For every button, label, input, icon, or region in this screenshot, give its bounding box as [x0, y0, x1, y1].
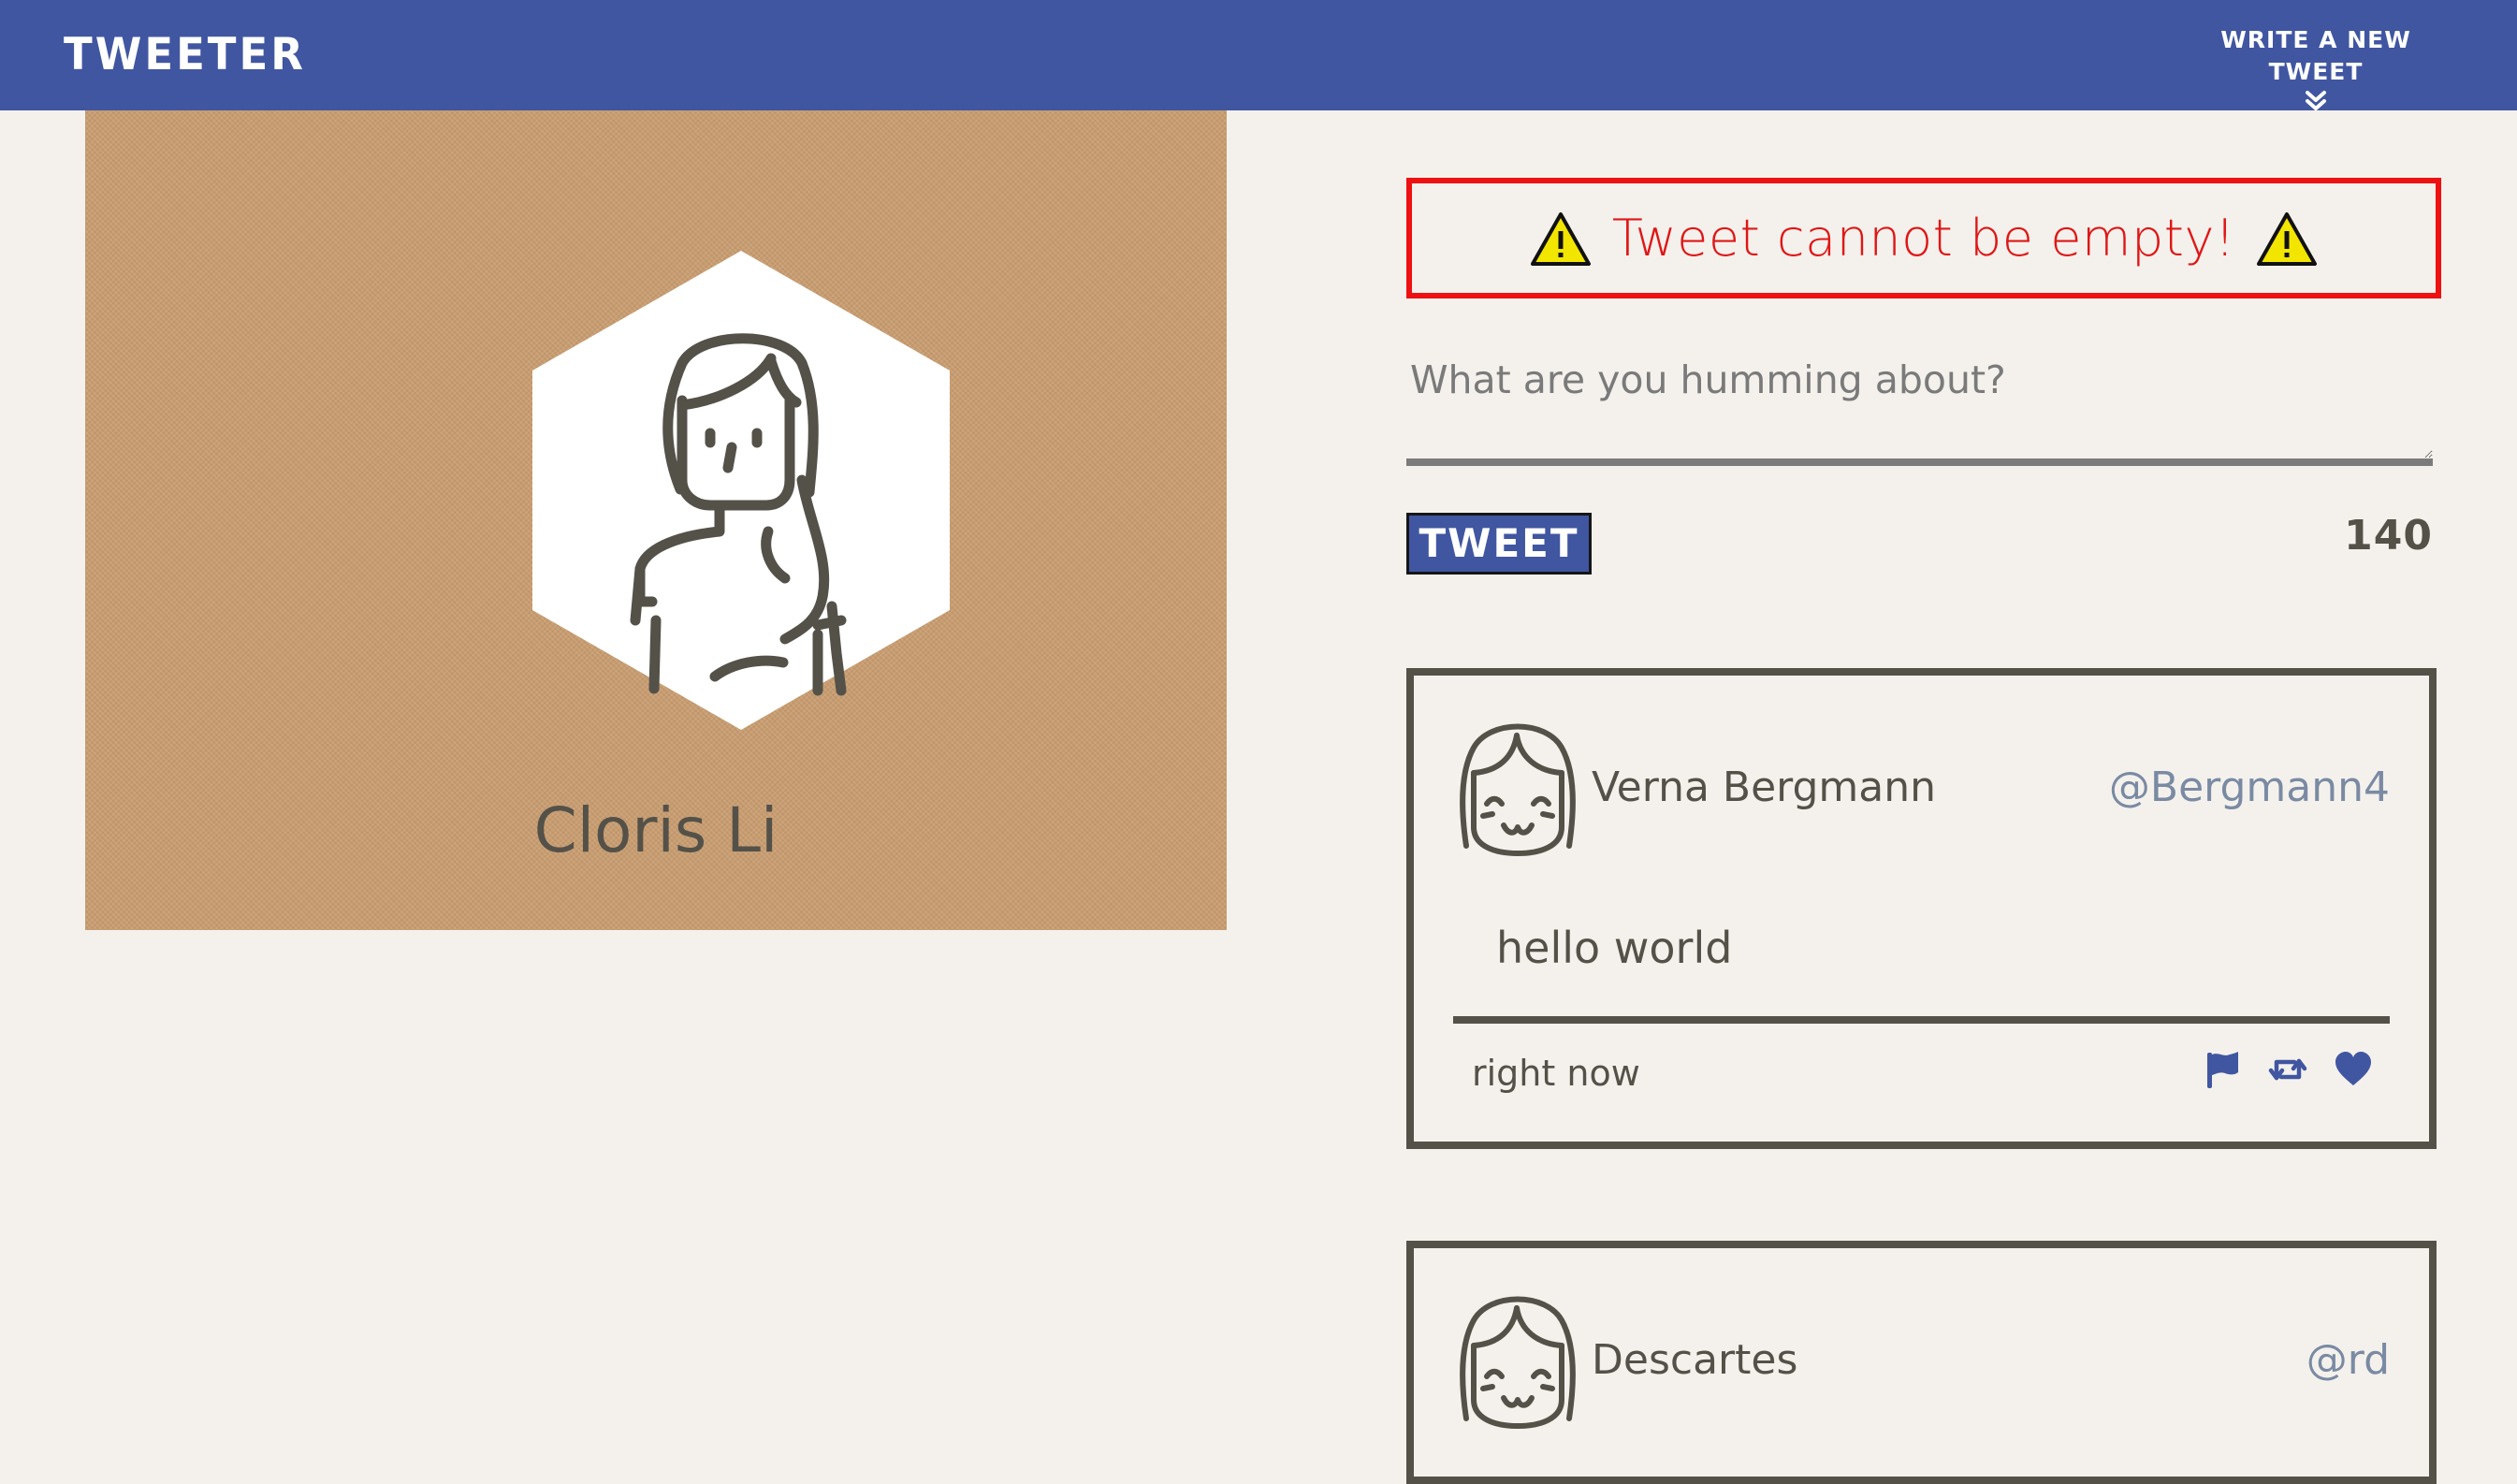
profile-card: Cloris Li	[85, 110, 1227, 930]
retweet-icon[interactable]	[2268, 1050, 2307, 1089]
write-new-tweet-label[interactable]: WRITE A NEW TWEET	[2175, 24, 2456, 88]
error-message: Tweet cannot be empty!	[1406, 178, 2441, 298]
tweet-author-name: Verna Bergmann	[1592, 764, 1937, 811]
tweet-author-handle: @rd	[2306, 1336, 2390, 1384]
tweet-card: Verna Bergmann @Bergmann4 hello world ri…	[1406, 668, 2437, 1149]
character-counter: 140	[2344, 512, 2433, 560]
error-text: Tweet cannot be empty!	[1611, 208, 2236, 268]
tweet-body: hello world	[1496, 923, 1733, 973]
tweet-input[interactable]	[1406, 346, 2433, 466]
profile-name: Cloris Li	[533, 794, 778, 866]
woman-avatar-icon	[532, 251, 950, 730]
warning-triangle-icon	[1530, 211, 1591, 266]
flag-icon[interactable]	[2203, 1050, 2242, 1089]
smiling-avatar-icon	[1460, 723, 1576, 856]
write-new-tweet-button[interactable]: WRITE A NEW TWEET	[2175, 24, 2456, 112]
tweet-divider	[1453, 1016, 2390, 1024]
heart-icon[interactable]	[2334, 1050, 2373, 1089]
tweet-card: Descartes @rd	[1406, 1241, 2437, 1484]
app-title[interactable]: TWEETER	[64, 27, 306, 82]
tweet-actions	[2203, 1050, 2373, 1089]
tweet-submit-button[interactable]: TWEET	[1406, 513, 1592, 575]
tweet-author-name: Descartes	[1592, 1336, 1798, 1384]
warning-triangle-icon	[2257, 211, 2318, 266]
double-chevron-down-icon[interactable]	[2304, 90, 2328, 112]
smiling-avatar-icon	[1460, 1296, 1576, 1429]
tweet-timestamp: right now	[1472, 1053, 1640, 1094]
top-navbar: TWEETER WRITE A NEW TWEET	[0, 0, 2517, 110]
tweet-author-handle: @Bergmann4	[2108, 764, 2390, 811]
